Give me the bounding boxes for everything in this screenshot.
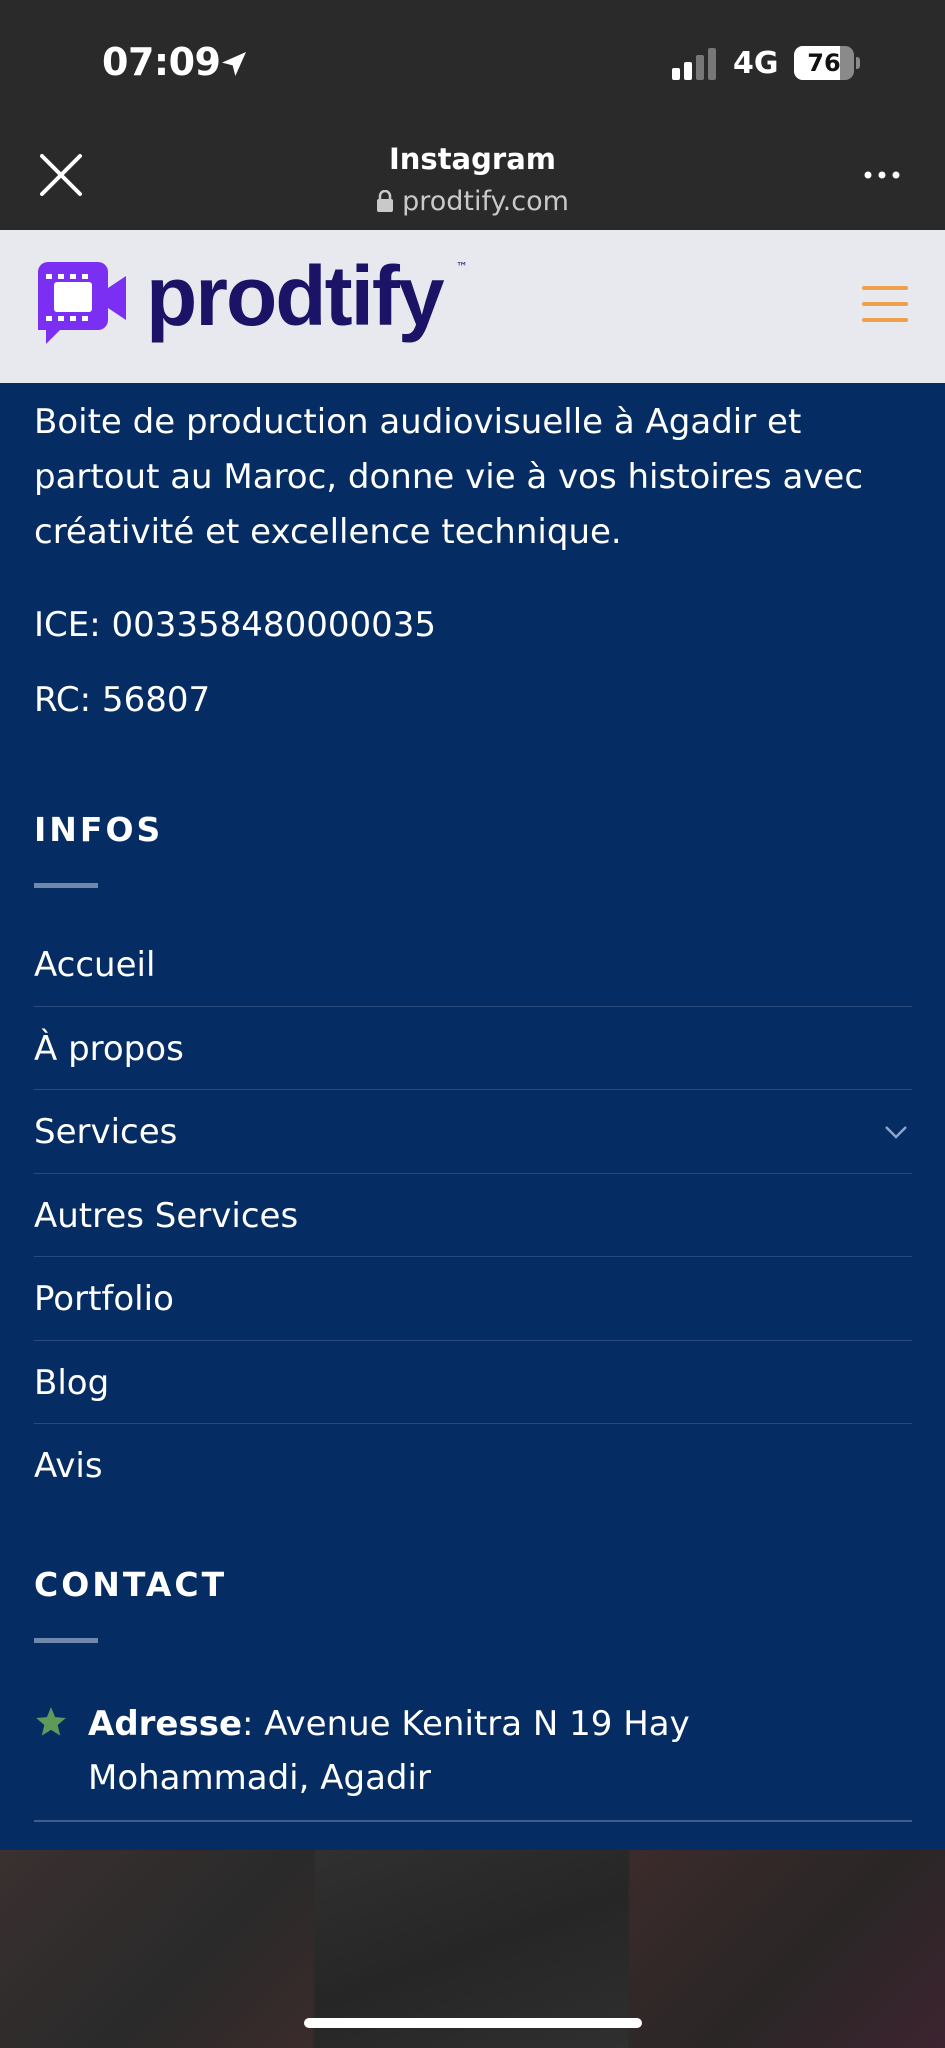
browser-url-text: prodtify.com	[402, 186, 569, 217]
logo-trademark: ™	[456, 260, 468, 274]
nav-item-label: Blog	[34, 1362, 110, 1403]
footer-nav-item-services[interactable]: Services	[34, 1090, 912, 1174]
chevron-down-icon[interactable]	[884, 1124, 908, 1140]
infos-underline	[34, 883, 98, 888]
rc-number: RC: 56807	[34, 680, 211, 720]
infos-heading: INFOS	[34, 810, 164, 849]
preview-image-3	[630, 1850, 945, 2048]
status-bar: 07:09 4G 76	[0, 0, 945, 120]
ice-number: ICE: 003358480000035	[34, 605, 436, 645]
footer-nav: Accueil À propos Services Autres Service…	[34, 923, 912, 1508]
browser-title: Instagram	[389, 142, 556, 176]
in-app-browser-header: Instagram prodtify.com	[0, 120, 945, 230]
home-indicator[interactable]	[304, 2018, 642, 2028]
browser-url[interactable]: prodtify.com	[0, 186, 945, 217]
battery-icon: 76	[794, 46, 860, 80]
status-time: 07:09	[102, 40, 221, 84]
logo-text[interactable]: prodtify	[146, 248, 445, 345]
preview-image-1	[0, 1850, 313, 2048]
contact-underline	[34, 1638, 98, 1643]
battery-percent: 76	[807, 49, 841, 77]
star-icon	[36, 1707, 66, 1736]
more-icon[interactable]	[862, 168, 902, 182]
hamburger-menu-icon[interactable]	[862, 286, 908, 324]
footer-nav-item-avis[interactable]: Avis	[34, 1424, 912, 1508]
location-arrow-icon	[222, 52, 246, 76]
address-label: Adresse	[88, 1704, 243, 1744]
logo-video-icon[interactable]	[34, 260, 130, 352]
lock-icon	[377, 190, 394, 212]
site-header: prodtify ™	[0, 230, 945, 383]
footer-nav-item-accueil[interactable]: Accueil	[34, 923, 912, 1007]
footer-nav-item-blog[interactable]: Blog	[34, 1341, 912, 1424]
network-type: 4G	[733, 46, 779, 81]
company-description: Boite de production audiovisuelle à Agad…	[34, 402, 864, 552]
contact-heading: CONTACT	[34, 1565, 228, 1604]
signal-bars-icon	[672, 48, 716, 80]
nav-item-label: À propos	[34, 1028, 184, 1069]
nav-item-label: Accueil	[34, 945, 156, 985]
nav-item-label: Portfolio	[34, 1279, 174, 1319]
address: Adresse: Avenue Kenitra N 19 Hay Mohamma…	[88, 1697, 888, 1805]
footer-nav-item-portfolio[interactable]: Portfolio	[34, 1257, 912, 1341]
nav-item-label: Avis	[34, 1446, 103, 1486]
site-footer: Boite de production audiovisuelle à Agad…	[0, 383, 945, 1850]
footer-nav-item-a-propos[interactable]: À propos	[34, 1007, 912, 1090]
footer-nav-item-autres-services[interactable]: Autres Services	[34, 1174, 912, 1257]
nav-item-label: Autres Services	[34, 1195, 299, 1236]
nav-item-label: Services	[34, 1112, 178, 1152]
divider	[34, 1820, 912, 1822]
